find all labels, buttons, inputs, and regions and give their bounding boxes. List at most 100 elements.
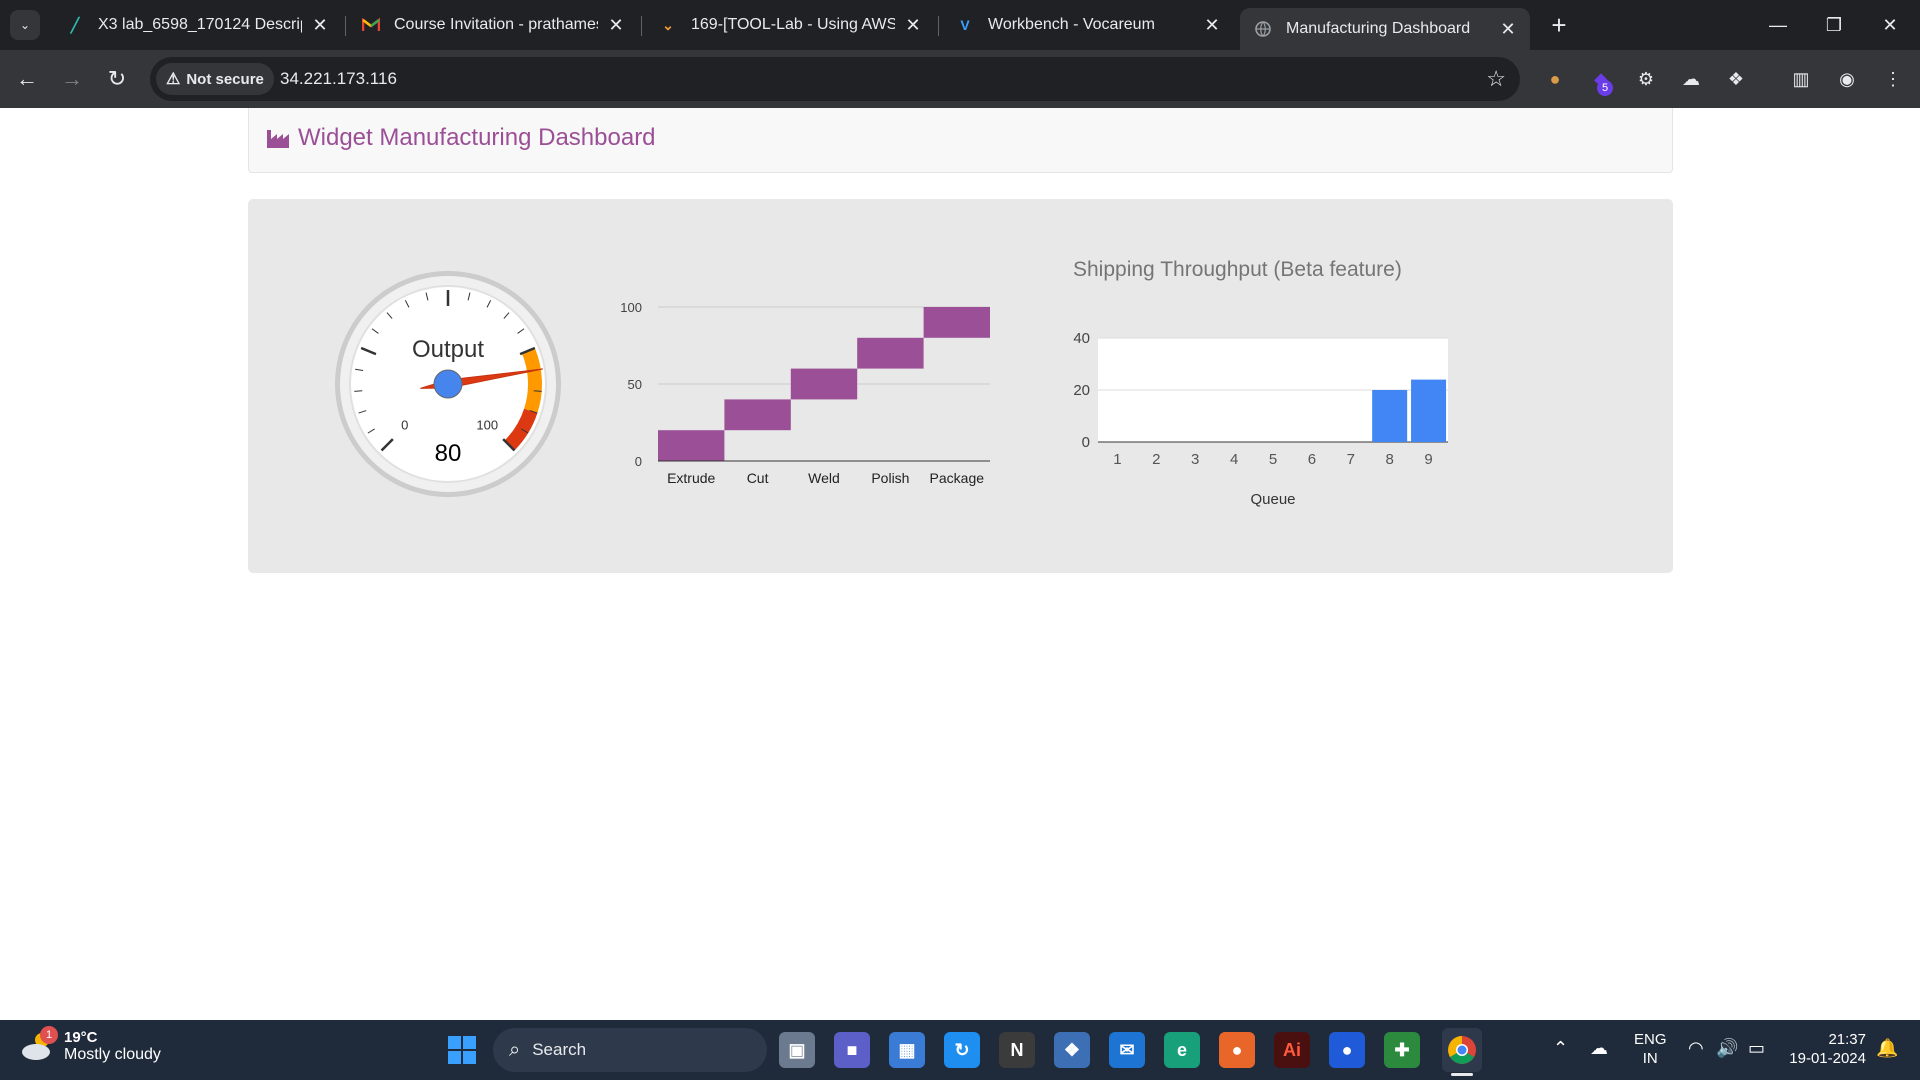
region-code: IN xyxy=(1642,1050,1658,1067)
sync-app-icon[interactable]: ↻ xyxy=(944,1032,980,1068)
bar-extrude xyxy=(658,430,725,461)
y-tick-label: 20 xyxy=(1073,382,1090,399)
gauge-pivot xyxy=(433,369,463,399)
x-tick-label: 6 xyxy=(1308,451,1316,468)
search-label: Search xyxy=(532,1040,587,1059)
x-tick-label: Extrude xyxy=(667,470,715,486)
tab-lab-description[interactable]: ╱ X3 lab_6598_170124 Descriptio ✕ xyxy=(52,8,342,42)
page-title: Widget Manufacturing Dashboard xyxy=(267,124,656,152)
bar-cut xyxy=(724,399,791,431)
tab-manufacturing-dashboard[interactable]: Manufacturing Dashboard ✕ xyxy=(1240,8,1530,50)
notification-bell-icon[interactable]: 🔔 xyxy=(1876,1038,1898,1059)
system-clock[interactable]: 21:37 19-01-2024 xyxy=(1786,1030,1866,1068)
close-window-button[interactable]: ✕ xyxy=(1862,0,1918,50)
close-icon[interactable]: ✕ xyxy=(1202,15,1222,36)
tab-separator xyxy=(345,16,346,36)
teams-icon[interactable]: ■ xyxy=(834,1032,870,1068)
clock-date: 19-01-2024 xyxy=(1789,1050,1866,1067)
side-panel-icon[interactable]: ▥ xyxy=(1788,66,1814,92)
new-tab-button[interactable]: + xyxy=(1544,10,1574,40)
cookie-extension-icon[interactable]: ● xyxy=(1542,66,1568,92)
edge-icon[interactable]: e xyxy=(1164,1032,1200,1068)
close-icon[interactable]: ✕ xyxy=(1498,19,1518,40)
extension-badge-count: 5 xyxy=(1601,82,1609,94)
tab-course-invitation[interactable]: Course Invitation - prathamesh ✕ xyxy=(348,8,638,42)
firefox-dev-icon[interactable]: ● xyxy=(1329,1032,1365,1068)
battery-icon[interactable]: ▭ xyxy=(1748,1038,1765,1059)
x-tick-label: 7 xyxy=(1347,451,1355,468)
store-icon[interactable]: ▦ xyxy=(889,1032,925,1068)
x-tick-label: 2 xyxy=(1152,451,1160,468)
security-label: Not secure xyxy=(186,70,264,88)
close-icon[interactable]: ✕ xyxy=(310,15,330,36)
back-button[interactable]: ← xyxy=(10,62,44,96)
x-tick-label: 8 xyxy=(1385,451,1393,468)
tab-title: Workbench - Vocareum xyxy=(988,16,1155,33)
queue-bar-9 xyxy=(1411,379,1447,442)
security-chip[interactable]: ⚠ Not secure xyxy=(156,63,274,95)
gauge-min-label: 0 xyxy=(401,417,408,432)
close-icon[interactable]: ✕ xyxy=(606,15,626,36)
cloud-extension-icon[interactable]: ☁ xyxy=(1678,66,1704,92)
page-title-text: Widget Manufacturing Dashboard xyxy=(298,124,656,151)
gauge-value: 80 xyxy=(435,440,462,467)
start-button[interactable] xyxy=(448,1036,476,1064)
leaf-icon: ╱ xyxy=(70,16,80,33)
tab-workbench[interactable]: V Workbench - Vocareum ✕ xyxy=(942,8,1234,42)
forward-button[interactable]: → xyxy=(55,62,89,96)
y-tick-label: 0 xyxy=(1082,434,1090,451)
notion-icon[interactable]: N xyxy=(999,1032,1035,1068)
taskbar-search[interactable]: ⌕ Search xyxy=(493,1028,767,1072)
gauge-tick xyxy=(533,390,542,392)
menu-kebab-icon[interactable]: ⋮ xyxy=(1880,66,1906,92)
output-gauge: Output 0 100 80 xyxy=(335,271,561,497)
close-icon: ✕ xyxy=(1882,14,1898,35)
x-tick-label: Weld xyxy=(808,470,840,486)
y-tick-label: 100 xyxy=(620,300,642,315)
game-app-icon[interactable]: ✚ xyxy=(1384,1032,1420,1068)
active-app-indicator xyxy=(1451,1073,1473,1076)
language-indicator[interactable]: ENG IN xyxy=(1634,1030,1667,1068)
profile-avatar[interactable]: ◉ xyxy=(1834,66,1860,92)
tab-title: 169-[TOOL-Lab - Using AWS Sy xyxy=(691,16,895,33)
address-bar[interactable]: ⚠ Not secure 34.221.173.116 ☆ xyxy=(150,57,1520,101)
tab-title: X3 lab_6598_170124 Descriptio xyxy=(98,16,302,33)
chrome-icon[interactable] xyxy=(1444,1032,1480,1068)
x-tick-label: 3 xyxy=(1191,451,1199,468)
warning-icon: ⚠ xyxy=(166,71,181,88)
weather-condition: Mostly cloudy xyxy=(64,1045,161,1063)
tab-separator xyxy=(938,16,939,36)
minimize-button[interactable]: — xyxy=(1750,0,1806,50)
y-tick-label: 50 xyxy=(628,377,642,392)
vocareum-doc-icon: ⌄ xyxy=(662,16,674,33)
illustrator-icon[interactable]: Ai xyxy=(1274,1032,1310,1068)
bookmark-star-icon[interactable]: ☆ xyxy=(1486,66,1506,92)
search-icon: ⌕ xyxy=(509,1038,521,1061)
gear-extension-icon[interactable]: ⚙ xyxy=(1633,66,1659,92)
gauge-label: Output xyxy=(412,336,484,363)
firefox-icon[interactable]: ● xyxy=(1219,1032,1255,1068)
restore-button[interactable]: ❐ xyxy=(1806,0,1862,50)
close-icon[interactable]: ✕ xyxy=(903,15,923,36)
reload-button[interactable]: ↻ xyxy=(100,62,134,96)
dashboard-header: Widget Manufacturing Dashboard xyxy=(248,108,1673,173)
photos-app-icon[interactable]: ❖ xyxy=(1054,1032,1090,1068)
url-text[interactable]: 34.221.173.116 xyxy=(280,69,397,89)
globe-icon xyxy=(1254,20,1272,38)
tab-tool-lab[interactable]: ⌄ 169-[TOOL-Lab - Using AWS Sy ✕ xyxy=(645,8,935,42)
chevron-up-icon[interactable]: ⌃ xyxy=(1553,1038,1568,1059)
gmail-icon xyxy=(362,16,380,34)
task-view-icon[interactable]: ▣ xyxy=(779,1032,815,1068)
minimize-icon: — xyxy=(1769,14,1787,35)
weather-widget[interactable]: 1 19°C Mostly cloudy xyxy=(20,1026,161,1064)
volume-icon[interactable]: 🔊 xyxy=(1716,1038,1738,1059)
wifi-icon[interactable]: ◠ xyxy=(1688,1038,1704,1059)
bar-package xyxy=(923,307,990,338)
x-axis-label: Queue xyxy=(1250,491,1295,508)
weather-badge-count: 1 xyxy=(45,1029,53,1041)
puzzle-extensions-icon[interactable]: ❖ xyxy=(1723,66,1749,92)
tab-search-button[interactable]: ⌄ xyxy=(10,10,40,40)
mail-icon[interactable]: ✉ xyxy=(1109,1032,1145,1068)
onedrive-icon[interactable]: ☁ xyxy=(1590,1038,1608,1059)
shipping-throughput-chart: 0 20 40 1 2 3 4 5 6 7 8 9 Queue xyxy=(1073,330,1448,508)
